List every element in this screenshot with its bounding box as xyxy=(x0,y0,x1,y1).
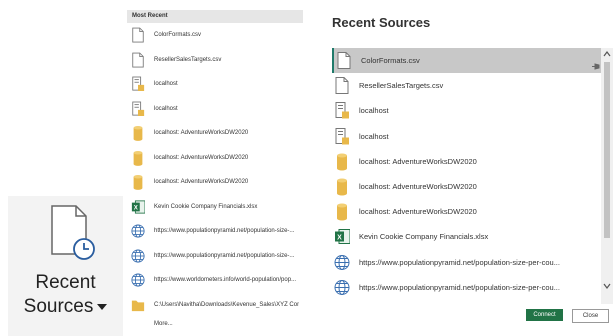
menu-item[interactable]: https://www.populationpyramid.net/popula… xyxy=(127,219,303,243)
globe-icon xyxy=(131,223,145,239)
menu-header: Most Recent xyxy=(127,10,303,23)
recent-source-label: localhost: AdventureWorksDW2020 xyxy=(359,156,477,166)
recent-source-label: Kevin Cookie Company Financials.xlsx xyxy=(359,232,489,242)
menu-item-label: localhost: AdventureWorksDW2020 xyxy=(154,154,249,161)
server-icon xyxy=(131,76,145,92)
file-icon xyxy=(336,51,352,70)
menu-item[interactable]: C:\Users\Navitha\Downloads\Kevenue_Sales… xyxy=(127,293,303,317)
recent-source-label: localhost xyxy=(359,106,389,116)
menu-item[interactable]: ColorFormats.csv xyxy=(127,23,303,47)
recent-source-label: ColorFormats.csv xyxy=(361,56,420,65)
recent-source-label: localhost xyxy=(359,131,389,141)
menu-item[interactable]: localhost xyxy=(127,97,303,121)
menu-item-label: C:\Users\Navitha\Downloads\Kevenue_Sales… xyxy=(154,301,299,308)
menu-item-label: localhost xyxy=(154,105,178,112)
menu-item[interactable]: https://www.worldometers.info/world-popu… xyxy=(127,268,303,292)
recent-source-item[interactable]: https://www.populationpyramid.net/popula… xyxy=(332,250,602,275)
scrollbar[interactable] xyxy=(601,48,613,304)
menu-item[interactable]: localhost: AdventureWorksDW2020 xyxy=(127,170,303,194)
menu-item[interactable]: localhost: AdventureWorksDW2020 xyxy=(127,146,303,170)
more-link[interactable]: More... xyxy=(154,321,173,327)
recent-sources-menu: Most Recent ColorFormats.csv ResellerSale… xyxy=(127,10,303,336)
recent-source-item[interactable]: X Kevin Cookie Company Financials.xlsx xyxy=(332,224,602,249)
menu-item-label: ColorFormats.csv xyxy=(154,32,202,38)
menu-item[interactable]: X Kevin Cookie Company Financials.xlsx xyxy=(127,195,303,219)
svg-text:X: X xyxy=(337,235,342,242)
pin-icon[interactable] xyxy=(592,57,600,70)
menu-item-label: ResellerSalesTargets.csv xyxy=(154,56,222,63)
file-icon xyxy=(334,76,350,95)
recent-file-clock-icon xyxy=(51,205,95,260)
recent-source-item[interactable]: ColorFormats.csv xyxy=(332,48,604,73)
server-icon xyxy=(334,101,350,120)
recent-source-item[interactable]: https://www.populationpyramid.net/popula… xyxy=(332,275,602,300)
close-button[interactable]: Close xyxy=(572,309,609,323)
recent-source-item[interactable]: ResellerSalesTargets.csv xyxy=(332,73,602,98)
menu-item[interactable]: localhost xyxy=(127,72,303,96)
recent-source-item[interactable]: localhost xyxy=(332,98,602,123)
database-icon xyxy=(131,125,145,141)
chevron-down-icon xyxy=(97,303,108,310)
server-icon xyxy=(131,101,145,117)
menu-item-label: https://www.worldometers.info/world-popu… xyxy=(154,277,297,283)
server-icon xyxy=(334,127,350,146)
recent-sources-label-line2: Sources xyxy=(8,296,123,318)
connect-button[interactable]: Connect xyxy=(526,309,563,321)
globe-icon xyxy=(334,253,350,272)
menu-item[interactable]: ResellerSalesTargets.csv xyxy=(127,48,303,72)
recent-source-item[interactable]: localhost xyxy=(332,124,602,149)
excel-icon: X xyxy=(334,227,351,246)
recent-sources-ribbon-button[interactable]: Recent Sources xyxy=(8,196,123,336)
database-icon xyxy=(131,174,145,190)
recent-source-label: https://www.populationpyramid.net/popula… xyxy=(359,282,560,292)
dialog-title: Recent Sources xyxy=(332,15,431,30)
recent-sources-label-line1: Recent xyxy=(35,272,96,293)
recent-source-item[interactable]: localhost: AdventureWorksDW2020 xyxy=(332,199,602,224)
recent-source-label: https://www.populationpyramid.net/popula… xyxy=(359,257,560,267)
recent-source-label: ResellerSalesTargets.csv xyxy=(359,81,444,91)
recent-source-item[interactable]: localhost: AdventureWorksDW2020 xyxy=(332,174,602,199)
recent-source-label: localhost: AdventureWorksDW2020 xyxy=(359,207,477,217)
excel-icon: X xyxy=(131,199,146,215)
recent-source-label: localhost: AdventureWorksDW2020 xyxy=(359,182,477,191)
menu-item-label: https://www.populationpyramid.net/popula… xyxy=(154,252,295,259)
recent-sources-list: ColorFormats.csv ResellerSalesTargets.csv… xyxy=(332,48,604,304)
database-icon xyxy=(334,177,350,196)
menu-item[interactable]: https://www.populationpyramid.net/popula… xyxy=(127,244,303,268)
file-icon xyxy=(131,52,145,68)
menu-item[interactable]: localhost: AdventureWorksDW2020 xyxy=(127,121,303,145)
menu-item-label: https://www.populationpyramid.net/popula… xyxy=(154,228,295,234)
folder-icon xyxy=(131,297,145,313)
globe-icon xyxy=(131,248,145,264)
menu-item-label: localhost: AdventureWorksDW2020 xyxy=(154,130,249,136)
recent-source-item[interactable]: localhost: AdventureWorksDW2020 xyxy=(332,149,602,174)
menu-item-label: localhost xyxy=(154,81,178,87)
globe-icon xyxy=(334,278,350,297)
database-icon xyxy=(334,202,350,221)
menu-item-label: Kevin Cookie Company Financials.xlsx xyxy=(154,203,258,210)
file-icon xyxy=(131,27,145,43)
menu-item-label: localhost: AdventureWorksDW2020 xyxy=(154,179,249,185)
database-icon xyxy=(334,152,350,171)
recent-sources-dialog: Recent Sources ColorFormats.csv ResellerS… xyxy=(320,0,615,336)
database-icon xyxy=(131,150,145,166)
globe-icon xyxy=(131,272,145,288)
